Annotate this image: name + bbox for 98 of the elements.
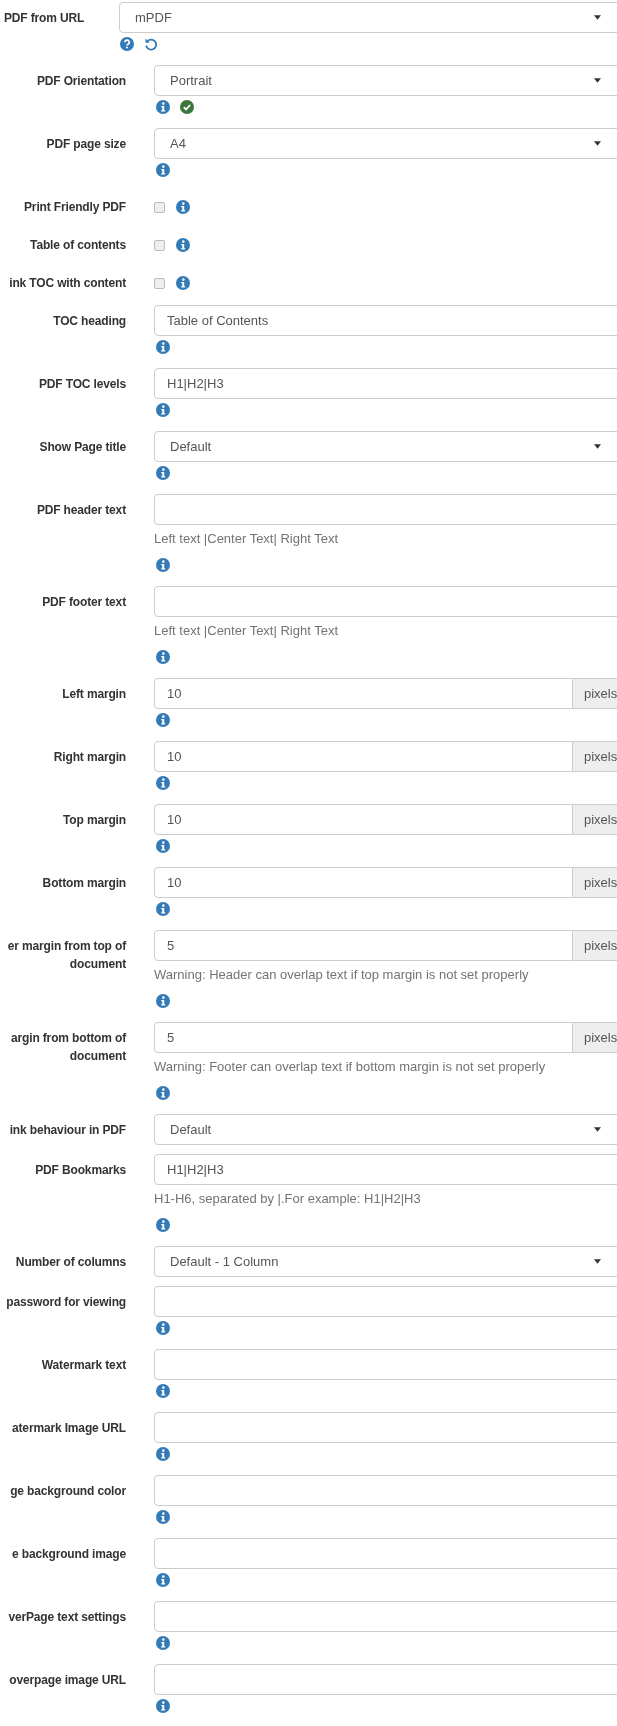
info-icon[interactable] bbox=[156, 994, 170, 1008]
input-field[interactable]: H1|H2|H3 bbox=[154, 368, 617, 399]
input-field[interactable] bbox=[154, 586, 617, 617]
dropdown-select[interactable]: Default bbox=[154, 1114, 617, 1145]
info-icon[interactable] bbox=[156, 1699, 170, 1713]
input-field[interactable]: 10 bbox=[154, 804, 573, 835]
unit-addon: pixels bbox=[573, 1022, 617, 1053]
unit-addon: pixels bbox=[573, 741, 617, 772]
field-label: verPage text settings bbox=[7, 1609, 126, 1626]
input-field[interactable] bbox=[154, 1349, 617, 1380]
field-label: Left margin bbox=[61, 686, 126, 703]
info-icon[interactable] bbox=[156, 1321, 170, 1335]
info-icon[interactable] bbox=[156, 1086, 170, 1100]
input-field[interactable] bbox=[154, 494, 617, 525]
info-icon[interactable] bbox=[156, 163, 170, 177]
unit-addon: pixels bbox=[573, 930, 617, 961]
check-circle-icon bbox=[180, 100, 194, 114]
field-label: Bottom margin bbox=[41, 875, 126, 892]
field-label: Watermark text bbox=[40, 1357, 126, 1374]
field-label: password for viewing bbox=[5, 1294, 126, 1311]
input-field[interactable]: 5 bbox=[154, 930, 573, 961]
field-label: PDF page size bbox=[45, 136, 126, 153]
reset-icon[interactable] bbox=[144, 37, 158, 51]
help-text: Left text |Center Text| Right Text bbox=[154, 622, 340, 639]
field-label: PDF from URL bbox=[3, 10, 86, 27]
field-label: argin from bottom of document bbox=[10, 1030, 126, 1065]
caret-icon bbox=[594, 15, 601, 20]
input-field[interactable] bbox=[154, 1664, 617, 1695]
field-label: ink TOC with content bbox=[8, 275, 126, 292]
input-field[interactable]: H1|H2|H3 bbox=[154, 1154, 617, 1185]
input-field[interactable] bbox=[154, 1286, 617, 1317]
dropdown-select[interactable]: A4 bbox=[154, 128, 617, 159]
info-icon[interactable] bbox=[156, 100, 170, 114]
info-icon[interactable] bbox=[156, 1218, 170, 1232]
help-icon[interactable] bbox=[120, 37, 134, 51]
input-field[interactable]: 10 bbox=[154, 867, 573, 898]
input-field[interactable] bbox=[154, 1538, 617, 1569]
info-icon[interactable] bbox=[156, 1384, 170, 1398]
field-label: Print Friendly PDF bbox=[23, 199, 126, 216]
field-label: e background image bbox=[11, 1546, 126, 1563]
dropdown-select[interactable]: Portrait bbox=[154, 65, 617, 96]
help-text: H1-H6, separated by |.For example: H1|H2|H3 bbox=[154, 1190, 422, 1207]
info-icon[interactable] bbox=[156, 1636, 170, 1650]
info-icon[interactable] bbox=[156, 776, 170, 790]
field-label: TOC heading bbox=[52, 313, 126, 330]
input-field[interactable] bbox=[154, 1412, 617, 1443]
info-icon[interactable] bbox=[176, 200, 190, 214]
info-icon[interactable] bbox=[176, 238, 190, 252]
unit-addon: pixels bbox=[573, 867, 617, 898]
field-label: PDF footer text bbox=[41, 594, 126, 611]
caret-icon bbox=[594, 1127, 601, 1132]
info-icon[interactable] bbox=[156, 558, 170, 572]
input-field[interactable] bbox=[154, 1475, 617, 1506]
caret-icon bbox=[594, 1259, 601, 1264]
info-icon[interactable] bbox=[156, 650, 170, 664]
checkbox[interactable] bbox=[154, 201, 165, 213]
unit-addon: pixels bbox=[573, 678, 617, 709]
dropdown-select[interactable]: Default bbox=[154, 431, 617, 462]
input-field[interactable]: 5 bbox=[154, 1022, 573, 1053]
caret-icon bbox=[594, 444, 601, 449]
info-icon[interactable] bbox=[156, 340, 170, 354]
checkbox[interactable] bbox=[154, 239, 165, 251]
input-field[interactable]: 10 bbox=[154, 741, 573, 772]
checkbox[interactable] bbox=[154, 277, 165, 289]
info-icon[interactable] bbox=[156, 403, 170, 417]
field-label: overpage image URL bbox=[8, 1672, 126, 1689]
help-text: Warning: Footer can overlap text if bottom margin is not set properly bbox=[154, 1058, 547, 1075]
input-field[interactable]: 10 bbox=[154, 678, 573, 709]
dropdown-select[interactable]: Default - 1 Column bbox=[154, 1246, 617, 1277]
input-field[interactable] bbox=[154, 1601, 617, 1632]
help-text: Left text |Center Text| Right Text bbox=[154, 530, 340, 547]
field-label: Show Page title bbox=[38, 439, 126, 456]
unit-addon: pixels bbox=[573, 804, 617, 835]
caret-icon bbox=[594, 141, 601, 146]
field-label: atermark Image URL bbox=[11, 1420, 126, 1437]
field-label: Top margin bbox=[62, 812, 126, 829]
field-label: PDF Orientation bbox=[35, 73, 126, 90]
help-text: Warning: Header can overlap text if top margin is not set properly bbox=[154, 966, 530, 983]
info-icon[interactable] bbox=[156, 1510, 170, 1524]
field-label: PDF TOC levels bbox=[37, 376, 126, 393]
field-label: Right margin bbox=[52, 749, 126, 766]
info-icon[interactable] bbox=[156, 839, 170, 853]
info-icon[interactable] bbox=[156, 1573, 170, 1587]
info-icon[interactable] bbox=[156, 1447, 170, 1461]
info-icon[interactable] bbox=[156, 466, 170, 480]
info-icon[interactable] bbox=[156, 902, 170, 916]
input-field[interactable]: Table of Contents bbox=[154, 305, 617, 336]
field-label: PDF Bookmarks bbox=[34, 1162, 126, 1179]
field-label: Table of contents bbox=[29, 237, 126, 254]
caret-icon bbox=[594, 78, 601, 83]
field-label: ge background color bbox=[9, 1483, 126, 1500]
info-icon[interactable] bbox=[176, 276, 190, 290]
field-label: Number of columns bbox=[14, 1254, 126, 1271]
field-label: PDF header text bbox=[35, 502, 126, 519]
info-icon[interactable] bbox=[156, 713, 170, 727]
field-label: er margin from top of document bbox=[6, 938, 126, 973]
dropdown-select[interactable]: mPDF bbox=[119, 2, 617, 33]
field-label: ink behaviour in PDF bbox=[8, 1122, 126, 1139]
